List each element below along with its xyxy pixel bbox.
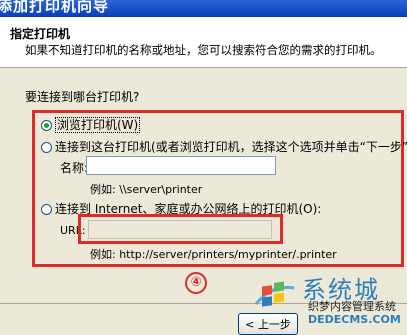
page-title: 指定打印机: [10, 27, 71, 41]
windows-logo-icon: [254, 281, 295, 307]
question-label: 要连接到哪台打印机?: [25, 90, 140, 104]
radio-icon[interactable]: [41, 204, 52, 215]
radio-connect-printer[interactable]: 连接到这台打印机(或者浏览打印机，选择这个选项并单击“下一步”): [41, 138, 407, 155]
wizard-header: 指定打印机 如果不知道打印机的名称或地址，您可以搜索符合您的需求的打印机。: [0, 17, 407, 68]
radio-connect-label: 连接到这台打印机(或者浏览打印机，选择这个选项并单击“下一步”): [55, 140, 407, 154]
step-number-badge: ④: [185, 272, 207, 294]
radio-browse-printers[interactable]: 浏览打印机(W): [41, 116, 141, 133]
name-label: 名称:: [60, 161, 89, 175]
watermark-slogan: 织梦内容管理系统: [308, 300, 396, 313]
page-description: 如果不知道打印机的名称或地址，您可以搜索符合您的需求的打印机。: [25, 43, 382, 57]
radio-icon[interactable]: [41, 142, 52, 153]
site-watermark: 系统城 织梦内容管理系统 DEDECMS.COM: [248, 268, 407, 330]
watermark-url: DEDECMS.COM: [308, 313, 401, 326]
name-example-text: 例如: \\server\printer: [90, 183, 203, 196]
radio-browse-label: 浏览打印机(W): [55, 117, 141, 133]
printer-name-input[interactable]: [86, 156, 276, 175]
window-title: 添加打印机向导: [0, 0, 110, 15]
title-bar: 添加打印机向导: [0, 0, 407, 17]
url-highlight-box: [78, 214, 283, 244]
url-example-text: 例如: http://server/printers/myprinter/.pr…: [90, 248, 337, 261]
radio-selected-icon[interactable]: [41, 120, 52, 131]
